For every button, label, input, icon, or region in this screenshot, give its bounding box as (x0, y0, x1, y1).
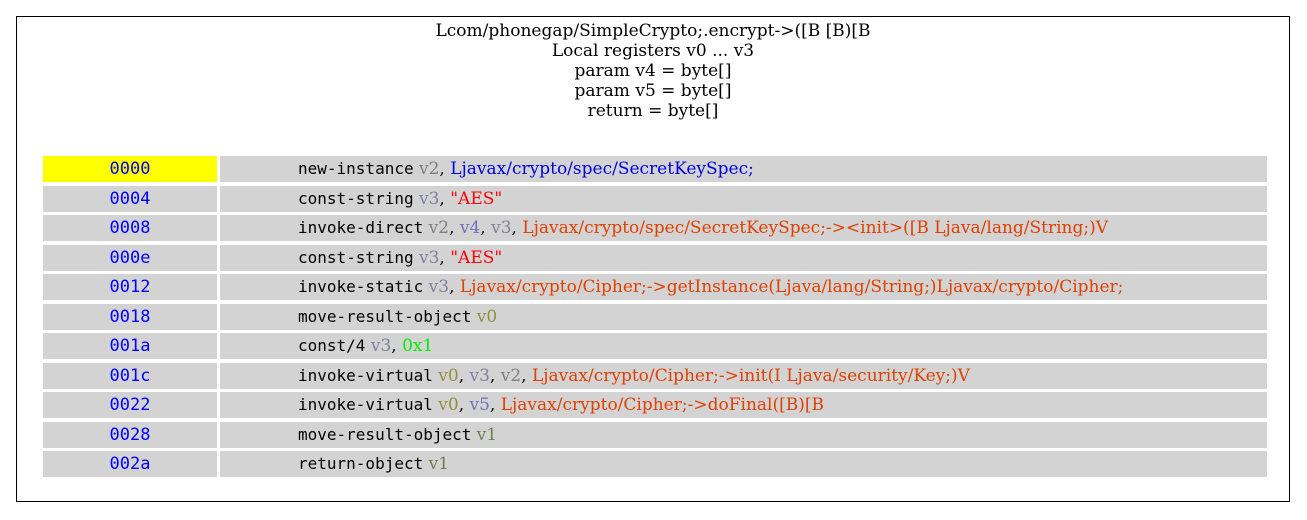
opcode: move-result-object (298, 424, 472, 444)
instruction-row: 0012 invoke-static v3, Ljavax/crypto/Ciph… (43, 274, 1267, 300)
instruction-address: 0008 (43, 215, 217, 241)
instruction-body: invoke-virtual v0, v5, Ljavax/crypto/Cip… (220, 392, 1267, 418)
instruction-row: 0022 invoke-virtual v0, v5, Ljavax/crypto… (43, 392, 1267, 418)
instruction-address: 000e (43, 244, 217, 271)
operand: v0 (476, 306, 498, 327)
instruction-address: 001a (43, 333, 217, 359)
opcode: const-string (298, 188, 414, 208)
instruction-body: const-string v3, "AES" (220, 244, 1267, 271)
method-block: Lcom/phonegap/SimpleCrypto;.encrypt->([B… (16, 16, 1290, 502)
param-v4-line: param v4 = byte[] (574, 61, 732, 81)
opcode: move-result-object (298, 306, 472, 326)
instruction-body: invoke-static v3, Ljavax/crypto/Cipher;-… (220, 274, 1267, 300)
instruction-body: invoke-direct v2, v4, v3, Ljavax/crypto/… (220, 215, 1267, 241)
instruction-row: 0018 move-result-object v0 (43, 303, 1267, 330)
operand: v3 (469, 365, 490, 386)
instruction-row: 0004 const-string v3, "AES" (43, 185, 1267, 212)
instruction-address: 0018 (43, 303, 217, 330)
operand: v2 (428, 218, 450, 238)
instruction-row: 002a return-object v1 (43, 451, 1267, 477)
method-header: Lcom/phonegap/SimpleCrypto;.encrypt->([B… (17, 21, 1289, 121)
opcode: return-object (298, 454, 424, 473)
operand: v3 (491, 218, 512, 238)
operand: Ljavax/crypto/Cipher;->init(I Ljava/secu… (531, 365, 970, 386)
method-signature: Lcom/phonegap/SimpleCrypto;.encrypt->([B… (435, 21, 871, 41)
instruction-row: 001c invoke-virtual v0, v3, v2, Ljavax/cr… (43, 362, 1267, 389)
instruction-address: 0012 (43, 274, 217, 300)
operand: v3 (370, 336, 392, 356)
operand: v3 (419, 188, 440, 209)
operand: v1 (476, 424, 498, 445)
operand: Ljavax/crypto/spec/SecretKeySpec;-><init… (522, 218, 1109, 238)
instruction-list: 0000 new-instance v2, Ljavax/crypto/spec/… (43, 156, 1267, 481)
operand: Ljavax/crypto/Cipher;->getInstance(Ljava… (459, 277, 1124, 297)
opcode: invoke-virtual (298, 395, 433, 414)
opcode: new-instance (298, 159, 414, 178)
operand: v4 (459, 218, 481, 238)
operand: v2 (500, 365, 522, 386)
instruction-body: move-result-object v0 (220, 303, 1267, 330)
opcode: const-string (298, 247, 414, 267)
opcode: const/4 (298, 336, 366, 355)
instruction-body: return-object v1 (220, 451, 1267, 477)
instruction-body: invoke-virtual v0, v3, v2, Ljavax/crypto… (220, 362, 1267, 389)
instruction-row: 0008 invoke-direct v2, v4, v3, Ljavax/cry… (43, 215, 1267, 241)
instruction-row: 0028 move-result-object v1 (43, 421, 1267, 448)
instruction-body: const/4 v3, 0x1 (220, 333, 1267, 359)
instruction-address: 0022 (43, 392, 217, 418)
instruction-body: new-instance v2, Ljavax/crypto/spec/Secr… (220, 156, 1267, 182)
operand: v0 (438, 365, 459, 386)
return-type-line: return = byte[] (587, 101, 719, 121)
instruction-row: 000e const-string v3, "AES" (43, 244, 1267, 271)
operand: v5 (469, 395, 490, 415)
opcode: invoke-static (298, 277, 424, 296)
operand: Ljavax/crypto/spec/SecretKeySpec; (450, 159, 754, 179)
instruction-body: const-string v3, "AES" (220, 185, 1267, 212)
local-registers-line: Local registers v0 ... v3 (551, 41, 755, 61)
instruction-address: 002a (43, 451, 217, 477)
instruction-body: move-result-object v1 (220, 421, 1267, 448)
operand: v0 (438, 395, 459, 415)
operand: "AES" (450, 247, 503, 268)
instruction-address: 0000 (43, 156, 217, 182)
operand: v3 (428, 277, 450, 297)
opcode: invoke-direct (298, 218, 424, 237)
instruction-address: 0004 (43, 185, 217, 212)
operand: Ljavax/crypto/Cipher;->doFinal([B)[B (500, 395, 824, 415)
operand: v1 (428, 454, 450, 474)
operand: v3 (419, 247, 440, 268)
operand: v2 (419, 159, 440, 179)
operand: "AES" (450, 188, 503, 209)
opcode: invoke-virtual (298, 365, 433, 385)
param-v5-line: param v5 = byte[] (574, 81, 732, 101)
instruction-address: 0028 (43, 421, 217, 448)
instruction-row: 001a const/4 v3, 0x1 (43, 333, 1267, 359)
operand: 0x1 (402, 336, 434, 356)
instruction-row: 0000 new-instance v2, Ljavax/crypto/spec/… (43, 156, 1267, 182)
instruction-address: 001c (43, 362, 217, 389)
